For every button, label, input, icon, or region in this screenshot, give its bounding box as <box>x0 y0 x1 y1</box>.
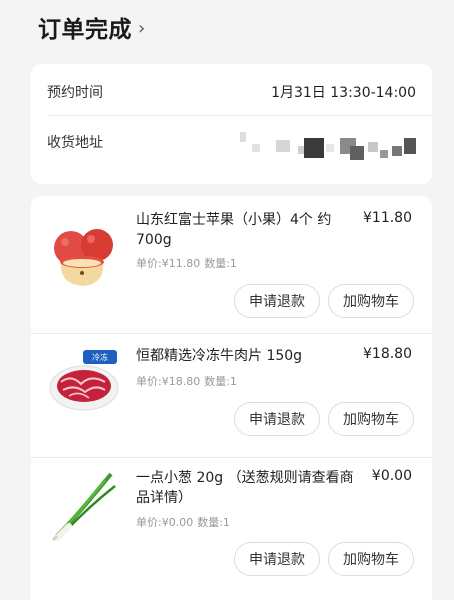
item-meta: 单价:¥0.00 数量:1 <box>136 514 230 530</box>
appointment-time-label: 预约时间 <box>47 85 103 101</box>
refund-button[interactable]: 申请退款 <box>234 402 320 436</box>
appointment-time-value: 1月31日 13:30-14:00 <box>271 85 416 101</box>
order-item: 冷冻 恒都精选冷冻牛肉片 150g ¥18.80 单价:¥18.80 数量:1 申… <box>31 334 432 457</box>
item-price: ¥0.00 <box>371 468 412 484</box>
quantity: 数量:1 <box>204 257 237 270</box>
apple-image[interactable] <box>47 218 121 292</box>
refund-button[interactable]: 申请退款 <box>234 284 320 318</box>
item-name[interactable]: 山东红富士苹果（小果）4个 约700g <box>136 210 356 250</box>
unit-price: 单价:¥18.80 <box>136 375 201 388</box>
address-mosaic-redaction <box>240 132 416 168</box>
quantity: 数量:1 <box>204 375 237 388</box>
appointment-time-row: 预约时间 1月31日 13:30-14:00 <box>47 82 416 102</box>
item-meta: 单价:¥18.80 数量:1 <box>136 373 237 389</box>
add-to-cart-button[interactable]: 加购物车 <box>328 284 414 318</box>
item-meta: 单价:¥11.80 数量:1 <box>136 255 237 271</box>
item-name[interactable]: 一点小葱 20g （送葱规则请查看商品详情） <box>136 468 356 508</box>
order-status-header[interactable]: 订单完成 › <box>0 0 454 54</box>
delivery-info-card: 预约时间 1月31日 13:30-14:00 收货地址 <box>31 64 432 184</box>
item-name[interactable]: 恒都精选冷冻牛肉片 150g <box>136 346 356 366</box>
beef-slices-image[interactable]: 冷冻 <box>47 344 121 418</box>
divider <box>47 115 432 116</box>
quantity: 数量:1 <box>197 516 230 529</box>
green-onion-image[interactable] <box>47 470 121 544</box>
frozen-badge: 冷冻 <box>92 352 108 362</box>
add-to-cart-button[interactable]: 加购物车 <box>328 542 414 576</box>
add-to-cart-button[interactable]: 加购物车 <box>328 402 414 436</box>
unit-price: 单价:¥0.00 <box>136 516 194 529</box>
refund-button[interactable]: 申请退款 <box>234 542 320 576</box>
order-item: 山东红富士苹果（小果）4个 约700g ¥11.80 单价:¥11.80 数量:1… <box>31 196 432 333</box>
order-items-card: 山东红富士苹果（小果）4个 约700g ¥11.80 单价:¥11.80 数量:1… <box>31 196 432 600</box>
order-status-title: 订单完成 <box>38 17 132 43</box>
address-label: 收货地址 <box>47 135 103 151</box>
unit-price: 单价:¥11.80 <box>136 257 201 270</box>
chevron-right-icon: › <box>138 17 146 39</box>
address-row: 收货地址 <box>47 132 416 168</box>
order-item: 一点小葱 20g （送葱规则请查看商品详情） ¥0.00 单价:¥0.00 数量:… <box>31 458 432 600</box>
item-price: ¥11.80 <box>363 210 412 226</box>
item-price: ¥18.80 <box>363 346 412 362</box>
